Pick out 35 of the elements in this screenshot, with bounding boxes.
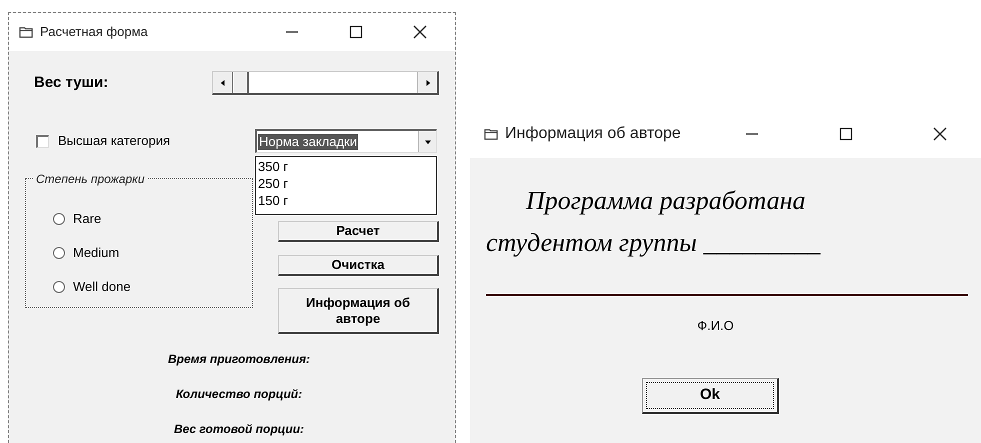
ok-button[interactable]: Ok bbox=[642, 378, 779, 414]
checkbox[interactable] bbox=[36, 134, 49, 148]
close-icon[interactable] bbox=[932, 126, 948, 142]
window-title: Информация об авторе bbox=[505, 124, 681, 144]
maximize-icon[interactable] bbox=[838, 126, 854, 142]
result-label: Количество порций: bbox=[176, 386, 302, 403]
program-heading: студентом группы _________ bbox=[486, 227, 822, 259]
scroll-right-button[interactable] bbox=[417, 72, 437, 93]
dropdown-option[interactable]: 350 г bbox=[258, 158, 434, 175]
checkbox-label: Высшая категория bbox=[58, 132, 170, 150]
weight-scrollbar[interactable] bbox=[212, 71, 439, 95]
weight-label: Вес туши: bbox=[34, 72, 110, 93]
radio-label: Rare bbox=[73, 210, 102, 228]
radio-label: Medium bbox=[73, 244, 120, 262]
scrollbar-thumb[interactable] bbox=[233, 72, 250, 93]
action-button[interactable]: Информация об авторе bbox=[278, 288, 439, 334]
radio-button[interactable] bbox=[53, 247, 65, 259]
dropdown-option[interactable]: 150 г bbox=[258, 192, 434, 209]
dropdown-button[interactable] bbox=[418, 131, 436, 152]
radio-label: Well done bbox=[73, 278, 131, 296]
action-button[interactable]: Расчет bbox=[278, 221, 439, 242]
close-icon[interactable] bbox=[412, 24, 428, 40]
action-button[interactable]: Очистка bbox=[278, 255, 439, 276]
radio-button[interactable] bbox=[53, 281, 65, 293]
window-title: Расчетная форма bbox=[40, 23, 148, 42]
result-label: Вес готовой порции: bbox=[174, 421, 304, 438]
combo-value: Норма закладки bbox=[258, 134, 358, 150]
scroll-left-button[interactable] bbox=[213, 72, 234, 93]
program-heading: Программа разработана bbox=[524, 185, 806, 217]
name-caption: Ф.И.О bbox=[697, 317, 734, 335]
portion-combo[interactable]: Норма закладки bbox=[255, 129, 437, 153]
maximize-icon[interactable] bbox=[348, 24, 364, 40]
dropdown-option[interactable]: 250 г bbox=[258, 175, 434, 192]
result-label: Время приготовления: bbox=[168, 351, 310, 368]
radio-button[interactable] bbox=[53, 213, 65, 225]
